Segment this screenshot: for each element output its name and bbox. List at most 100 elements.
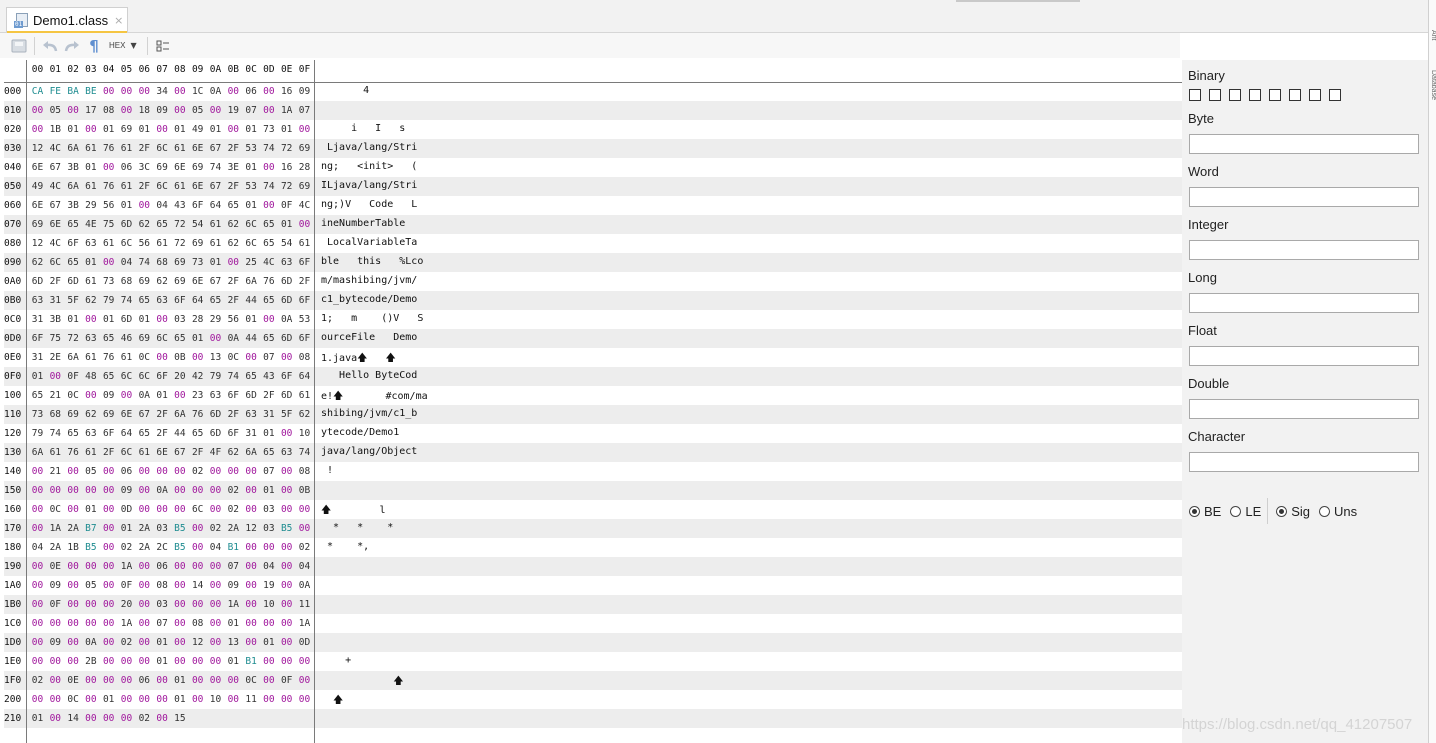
- hex-byte-cell[interactable]: 09: [101, 390, 116, 401]
- hex-byte-cell[interactable]: 0A: [226, 333, 241, 344]
- hex-byte-cell[interactable]: 00: [226, 124, 241, 135]
- hex-byte-cell[interactable]: 6C: [119, 447, 134, 458]
- hex-byte-cell[interactable]: 56: [137, 238, 152, 249]
- hex-byte-cell[interactable]: 00: [66, 105, 81, 116]
- hex-byte-cell[interactable]: 4E: [83, 219, 98, 230]
- tab-demo1-class[interactable]: 01 Demo1.class ×: [6, 7, 128, 34]
- hex-byte-cell[interactable]: 0A: [137, 390, 152, 401]
- hex-byte-cell[interactable]: 1A: [119, 561, 134, 572]
- hex-byte-cell[interactable]: 00: [30, 618, 45, 629]
- hex-row[interactable]: 200 00 00 0C 00 01 00 00 00 01 00 10 00 11 00 00 00 🡅: [4, 690, 1182, 709]
- hex-byte-cell[interactable]: 76: [101, 143, 116, 154]
- hex-byte-cell[interactable]: 00: [83, 390, 98, 401]
- hex-byte-cell[interactable]: 02: [30, 675, 45, 686]
- hex-byte-cell[interactable]: 6C: [155, 181, 170, 192]
- hex-byte-cell[interactable]: 00: [83, 124, 98, 135]
- hex-row[interactable]: 0F0 01 00 0F 48 65 6C 6C 6F 20 42 79 74 65 43 6F 64 Hell…: [4, 367, 1182, 386]
- hex-byte-cell[interactable]: 6F: [279, 371, 294, 382]
- hex-byte-cell[interactable]: 67: [172, 447, 187, 458]
- hex-byte-cell[interactable]: 64: [119, 428, 134, 439]
- hex-byte-cell[interactable]: 69: [190, 162, 205, 173]
- hex-byte-cell[interactable]: 00: [190, 694, 205, 705]
- hex-byte-cell[interactable]: 01: [66, 314, 81, 325]
- hex-byte-cell[interactable]: 61: [83, 181, 98, 192]
- hex-byte-cell[interactable]: 00: [30, 105, 45, 116]
- hex-byte-cell[interactable]: 00: [226, 694, 241, 705]
- hex-byte-cell[interactable]: 00: [208, 637, 223, 648]
- hex-byte-cell[interactable]: 00: [66, 485, 81, 496]
- hex-byte-cell[interactable]: 6D: [279, 295, 294, 306]
- hex-byte-cell[interactable]: 00: [30, 694, 45, 705]
- hex-byte-cell[interactable]: B5: [279, 523, 294, 534]
- ascii-text[interactable]: 1.java🡅 🡅: [321, 351, 396, 368]
- hex-byte-cell[interactable]: 00: [279, 485, 294, 496]
- hex-byte-cell[interactable]: 00: [48, 371, 63, 382]
- hex-byte-cell[interactable]: 2A: [48, 542, 63, 553]
- hex-byte-cell[interactable]: 00: [172, 86, 187, 97]
- hex-byte-cell[interactable]: 00: [279, 466, 294, 477]
- hex-byte-cell[interactable]: 74: [119, 295, 134, 306]
- ascii-text[interactable]: i I s: [321, 123, 405, 134]
- hex-byte-cell[interactable]: 2C: [155, 542, 170, 553]
- hex-byte-cell[interactable]: 69: [297, 181, 312, 192]
- hex-byte-cell[interactable]: 6E: [190, 143, 205, 154]
- hex-byte-cell[interactable]: 00: [155, 314, 170, 325]
- ascii-text[interactable]: 4: [321, 85, 369, 96]
- hex-byte-cell[interactable]: 00: [190, 656, 205, 667]
- hex-byte-cell[interactable]: 00: [30, 580, 45, 591]
- hex-byte-cell[interactable]: 6D: [208, 409, 223, 420]
- hex-byte-cell[interactable]: 01: [244, 200, 259, 211]
- hex-byte-cell[interactable]: 69: [137, 333, 152, 344]
- ascii-text[interactable]: Hello ByteCod: [321, 370, 417, 381]
- hex-byte-cell[interactable]: 00: [83, 314, 98, 325]
- hex-byte-cell[interactable]: 00: [101, 257, 116, 268]
- hex-byte-cell[interactable]: 0C: [66, 390, 81, 401]
- hex-byte-cell[interactable]: 6C: [155, 333, 170, 344]
- hex-byte-cell[interactable]: 00: [261, 694, 276, 705]
- long-field[interactable]: [1189, 293, 1419, 313]
- hex-byte-cell[interactable]: 01: [190, 333, 205, 344]
- hex-byte-cell[interactable]: 01: [155, 390, 170, 401]
- hex-byte-cell[interactable]: 6C: [119, 238, 134, 249]
- hex-byte-cell[interactable]: 0B: [297, 485, 312, 496]
- hex-byte-cell[interactable]: 56: [226, 314, 241, 325]
- hex-byte-cell[interactable]: 02: [208, 523, 223, 534]
- hex-byte-cell[interactable]: 61: [172, 143, 187, 154]
- hex-byte-cell[interactable]: 04: [30, 542, 45, 553]
- hex-byte-cell[interactable]: 62: [226, 447, 241, 458]
- hex-row[interactable]: 010 00 05 00 17 08 00 18 09 00 05 00 19 07 00 1A 07: [4, 101, 1182, 120]
- hex-byte-cell[interactable]: 03: [261, 523, 276, 534]
- hex-byte-cell[interactable]: 16: [279, 86, 294, 97]
- hex-byte-cell[interactable]: 67: [208, 143, 223, 154]
- hex-byte-cell[interactable]: 00: [297, 504, 312, 515]
- hex-byte-cell[interactable]: 00: [172, 504, 187, 515]
- hex-byte-cell[interactable]: 21: [48, 466, 63, 477]
- hex-byte-cell[interactable]: 63: [83, 333, 98, 344]
- hex-byte-cell[interactable]: 00: [101, 523, 116, 534]
- hex-byte-cell[interactable]: 00: [155, 694, 170, 705]
- hex-byte-cell[interactable]: 01: [244, 314, 259, 325]
- hex-byte-cell[interactable]: 3B: [48, 314, 63, 325]
- hex-byte-cell[interactable]: 31: [48, 295, 63, 306]
- hex-byte-cell[interactable]: 00: [66, 580, 81, 591]
- hex-byte-cell[interactable]: 76: [101, 352, 116, 363]
- hex-byte-cell[interactable]: 01: [226, 618, 241, 629]
- hex-byte-cell[interactable]: 2A: [137, 523, 152, 534]
- hex-row[interactable]: 0E0 31 2E 6A 61 76 61 0C 00 0B 00 13 0C 00 07 00 08 1.jav…: [4, 348, 1182, 367]
- hex-byte-cell[interactable]: 00: [30, 485, 45, 496]
- hex-byte-cell[interactable]: 00: [30, 523, 45, 534]
- hex-byte-cell[interactable]: 2F: [226, 181, 241, 192]
- hex-byte-cell[interactable]: 09: [48, 637, 63, 648]
- hex-byte-cell[interactable]: 09: [155, 105, 170, 116]
- hex-byte-cell[interactable]: 69: [172, 276, 187, 287]
- hex-byte-cell[interactable]: 6F: [226, 428, 241, 439]
- hex-byte-cell[interactable]: 00: [83, 713, 98, 724]
- hex-row[interactable]: 0C0 31 3B 01 00 01 6D 01 00 03 28 29 56 01 00 0A 53 1; m …: [4, 310, 1182, 329]
- hex-byte-cell[interactable]: 65: [137, 295, 152, 306]
- hex-byte-cell[interactable]: 00: [208, 485, 223, 496]
- hex-byte-cell[interactable]: 00: [208, 504, 223, 515]
- hex-row[interactable]: 190 00 0E 00 00 00 1A 00 06 00 00 00 07 00 04 00 04: [4, 557, 1182, 576]
- hex-byte-cell[interactable]: 2F: [190, 447, 205, 458]
- hex-byte-cell[interactable]: CA: [30, 86, 45, 97]
- hex-byte-cell[interactable]: 53: [244, 181, 259, 192]
